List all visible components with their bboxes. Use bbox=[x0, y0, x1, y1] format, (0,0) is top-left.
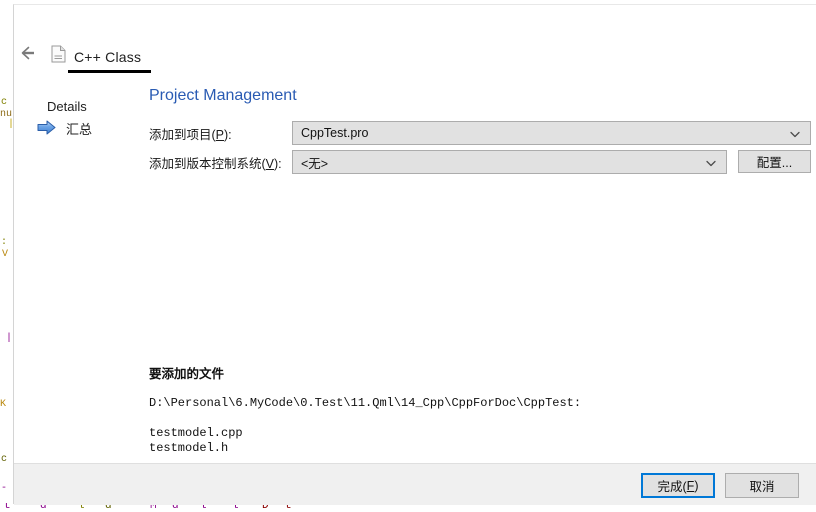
tab-cpp-class-label: C++ Class bbox=[74, 48, 142, 65]
list-item: testmodel.cpp bbox=[149, 426, 243, 440]
configure-button[interactable]: 配置... bbox=[738, 150, 811, 173]
back-button[interactable] bbox=[17, 42, 43, 64]
add-to-project-value: CppTest.pro bbox=[301, 126, 369, 140]
page-title: Project Management bbox=[149, 87, 297, 104]
add-to-project-combobox[interactable]: CppTest.pro bbox=[292, 121, 811, 145]
back-arrow-icon bbox=[21, 46, 34, 60]
background-code-fragment: : bbox=[1, 237, 8, 248]
background-code-fragment: K bbox=[0, 399, 7, 410]
sidebar-item-summary[interactable]: 汇总 bbox=[14, 117, 139, 139]
background-code-fragment: t bbox=[4, 503, 11, 512]
finish-button[interactable]: 完成(F) bbox=[641, 473, 715, 498]
wizard-step-sidebar: Details 汇总 bbox=[14, 95, 139, 139]
chevron-down-icon bbox=[789, 127, 801, 139]
background-code-fragment: - bbox=[1, 483, 8, 494]
sidebar-item-details-label: Details bbox=[47, 98, 87, 114]
project-management-panel: Project Management 添加到项目(P): CppTest.pro… bbox=[139, 5, 816, 455]
background-code-fragment: | bbox=[6, 333, 13, 344]
version-control-combobox[interactable]: <无> bbox=[292, 150, 727, 174]
version-control-label: 添加到版本控制系统(V): bbox=[149, 157, 282, 171]
files-to-add-heading: 要添加的文件 bbox=[149, 367, 225, 381]
files-to-add-block: 要添加的文件 D:\Personal\6.MyCode\0.Test\11.Qm… bbox=[149, 363, 581, 456]
current-step-arrow-icon bbox=[37, 120, 56, 135]
background-code-fragment: c bbox=[1, 97, 8, 108]
version-control-value: <无> bbox=[301, 156, 329, 171]
tab-cpp-class[interactable]: C++ Class bbox=[51, 42, 141, 71]
sidebar-item-summary-label: 汇总 bbox=[66, 121, 93, 137]
cancel-button[interactable]: 取消 bbox=[725, 473, 799, 498]
list-item: testmodel.h bbox=[149, 441, 229, 455]
background-code-fragment: V bbox=[2, 249, 9, 260]
sidebar-item-details[interactable]: Details bbox=[14, 95, 139, 117]
background-code-fragment: c bbox=[1, 454, 8, 465]
cpp-class-wizard-dialog: C++ Class Details 汇总 Project Management … bbox=[13, 4, 816, 505]
dialog-footer: 完成(F) 取消 bbox=[14, 463, 816, 505]
files-to-add-path: D:\Personal\6.MyCode\0.Test\11.Qml\14_Cp… bbox=[149, 396, 582, 410]
file-document-icon bbox=[51, 45, 66, 68]
chevron-down-icon bbox=[705, 156, 717, 168]
add-to-project-label: 添加到项目(P): bbox=[149, 128, 232, 142]
